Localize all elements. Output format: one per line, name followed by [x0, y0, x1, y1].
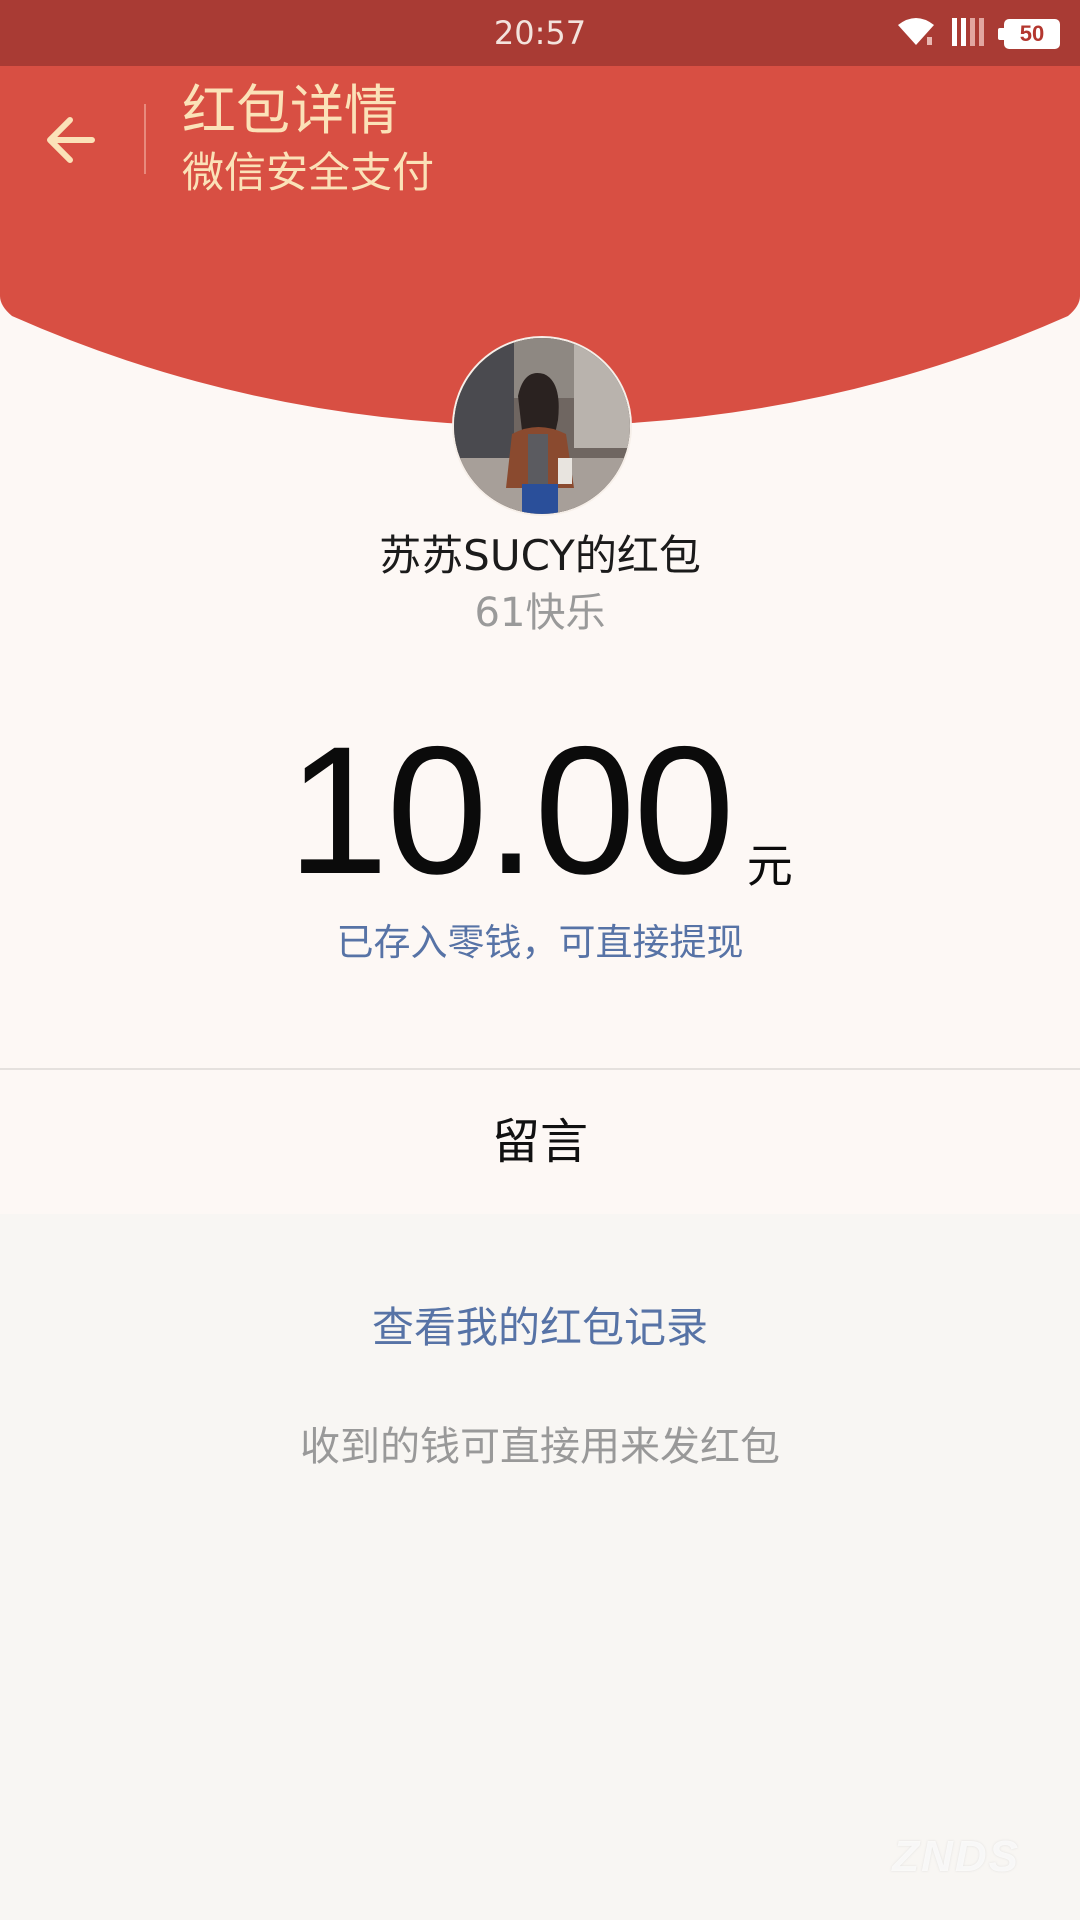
signal-icon [950, 16, 990, 52]
status-bar: 20:57 50 [0, 0, 1080, 66]
leave-message-button[interactable]: 留言 [0, 1070, 1080, 1214]
page-title: 红包详情 [182, 79, 398, 142]
watermark: ZNDS [892, 1832, 1020, 1881]
page-subtitle: 微信安全支付 [182, 148, 435, 197]
arrow-left-icon [47, 117, 95, 163]
view-records-link[interactable]: 查看我的红包记录 [0, 1300, 1080, 1356]
header-background [0, 66, 1080, 296]
back-button[interactable] [40, 108, 104, 172]
amount-unit: 元 [746, 839, 793, 893]
battery-icon: 50 [998, 19, 1060, 49]
sender-name: 苏苏SUCY的红包 [379, 531, 701, 580]
wifi-icon [896, 17, 936, 51]
status-icons: 50 [896, 14, 1060, 54]
avatar[interactable] [452, 336, 632, 516]
red-packet-detail-page: 20:57 50 红包详情 微信安全支付 苏苏SUCY的红包 61快乐 10.0… [0, 0, 1080, 1920]
packet-amount: 10.00 [287, 708, 734, 912]
amount-row: 10.00 元 [0, 708, 1080, 912]
stored-to-change-link[interactable]: 已存入零钱，可直接提现 [0, 918, 1080, 968]
header-divider [144, 104, 146, 174]
packet-greeting: 61快乐 [474, 590, 606, 636]
hint-text: 收到的钱可直接用来发红包 [300, 1424, 780, 1470]
